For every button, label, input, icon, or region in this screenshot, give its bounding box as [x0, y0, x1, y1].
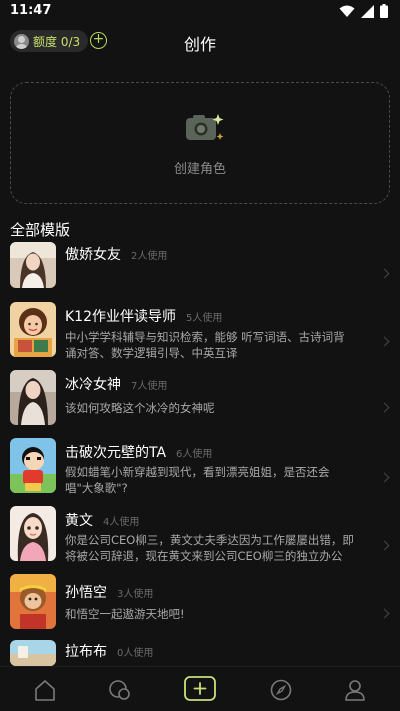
chat-icon[interactable]	[107, 677, 133, 703]
template-usage: 5人使用	[186, 313, 223, 324]
chevron-right-icon	[379, 540, 390, 551]
template-item[interactable]: 黄文 4人使用 你是公司CEO柳三，黄文丈夫季达因为工作屡屡出错，即将被公司辞退，…	[0, 506, 400, 574]
template-usage: 3人使用	[117, 589, 154, 600]
template-name: 孙悟空 3人使用	[65, 585, 154, 601]
chevron-right-icon	[379, 336, 390, 347]
battery-icon	[380, 4, 388, 18]
wifi-icon	[339, 5, 355, 17]
create-tab-icon[interactable]	[184, 675, 216, 703]
template-description: 假如蜡笔小新穿越到现代，看到漂亮姐姐，是否还会唱"大象歌"?	[65, 465, 330, 495]
template-description: 中小学学科辅导与知识检索，能够 听写词语、古诗词背诵对答、数学逻辑引导、中英互译	[65, 330, 345, 360]
profile-icon[interactable]	[342, 677, 368, 703]
template-usage: 4人使用	[103, 517, 140, 528]
template-thumbnail	[10, 506, 56, 561]
status-icons	[339, 4, 388, 18]
template-item[interactable]: 傲娇女友 2人使用	[0, 242, 400, 302]
chevron-right-icon	[379, 608, 390, 619]
template-usage: 2人使用	[131, 251, 168, 262]
chevron-right-icon	[379, 402, 390, 413]
template-thumbnail	[10, 242, 56, 288]
template-thumbnail	[10, 574, 56, 629]
template-name: K12作业伴读导师 5人使用	[65, 309, 223, 325]
template-description: 你是公司CEO柳三，黄文丈夫季达因为工作屡屡出错，即将被公司辞退，现在黄文来到公…	[65, 533, 354, 563]
template-name: 冰冷女神 7人使用	[65, 377, 168, 393]
template-usage: 7人使用	[131, 381, 168, 392]
template-thumbnail	[10, 302, 56, 357]
status-bar: 11:47	[0, 0, 400, 24]
header: 额度 0/3 + 创作	[0, 28, 400, 58]
chevron-right-icon	[379, 268, 390, 279]
template-description: 该如何攻略这个冰冷的女神呢	[65, 401, 215, 415]
template-item[interactable]: 击破次元壁的TA 6人使用 假如蜡笔小新穿越到现代，看到漂亮姐姐，是否还会唱"大象…	[0, 438, 400, 506]
template-item[interactable]: 拉布布 0人使用	[0, 640, 400, 666]
home-icon[interactable]	[32, 677, 58, 703]
status-time: 11:47	[10, 3, 52, 18]
bottom-nav	[0, 666, 400, 711]
template-name: 黄文 4人使用	[65, 513, 140, 529]
template-description: 和悟空一起遨游天地吧!	[65, 607, 185, 621]
template-name: 击破次元壁的TA 6人使用	[65, 445, 213, 461]
signal-icon	[361, 4, 374, 18]
template-item[interactable]: 孙悟空 3人使用 和悟空一起遨游天地吧!	[0, 574, 400, 642]
template-name: 傲娇女友 2人使用	[65, 247, 168, 263]
page-title: 创作	[183, 35, 216, 54]
template-thumbnail	[10, 370, 56, 425]
template-item[interactable]: K12作业伴读导师 5人使用 中小学学科辅导与知识检索，能够 听写词语、古诗词背诵…	[0, 302, 400, 370]
compass-icon[interactable]	[268, 677, 294, 703]
template-item[interactable]: 冰冷女神 7人使用 该如何攻略这个冰冷的女神呢	[0, 370, 400, 438]
chevron-right-icon	[379, 472, 390, 483]
camera-sparkle-icon	[186, 114, 224, 140]
template-thumbnail	[10, 438, 56, 493]
template-usage: 0人使用	[117, 648, 154, 659]
create-character-button[interactable]: 创建角色	[10, 82, 390, 204]
create-character-label: 创建角色	[173, 162, 226, 177]
section-title: 全部模版	[10, 221, 71, 239]
template-name: 拉布布 0人使用	[65, 644, 154, 660]
template-thumbnail	[10, 640, 56, 666]
template-usage: 6人使用	[176, 449, 213, 460]
